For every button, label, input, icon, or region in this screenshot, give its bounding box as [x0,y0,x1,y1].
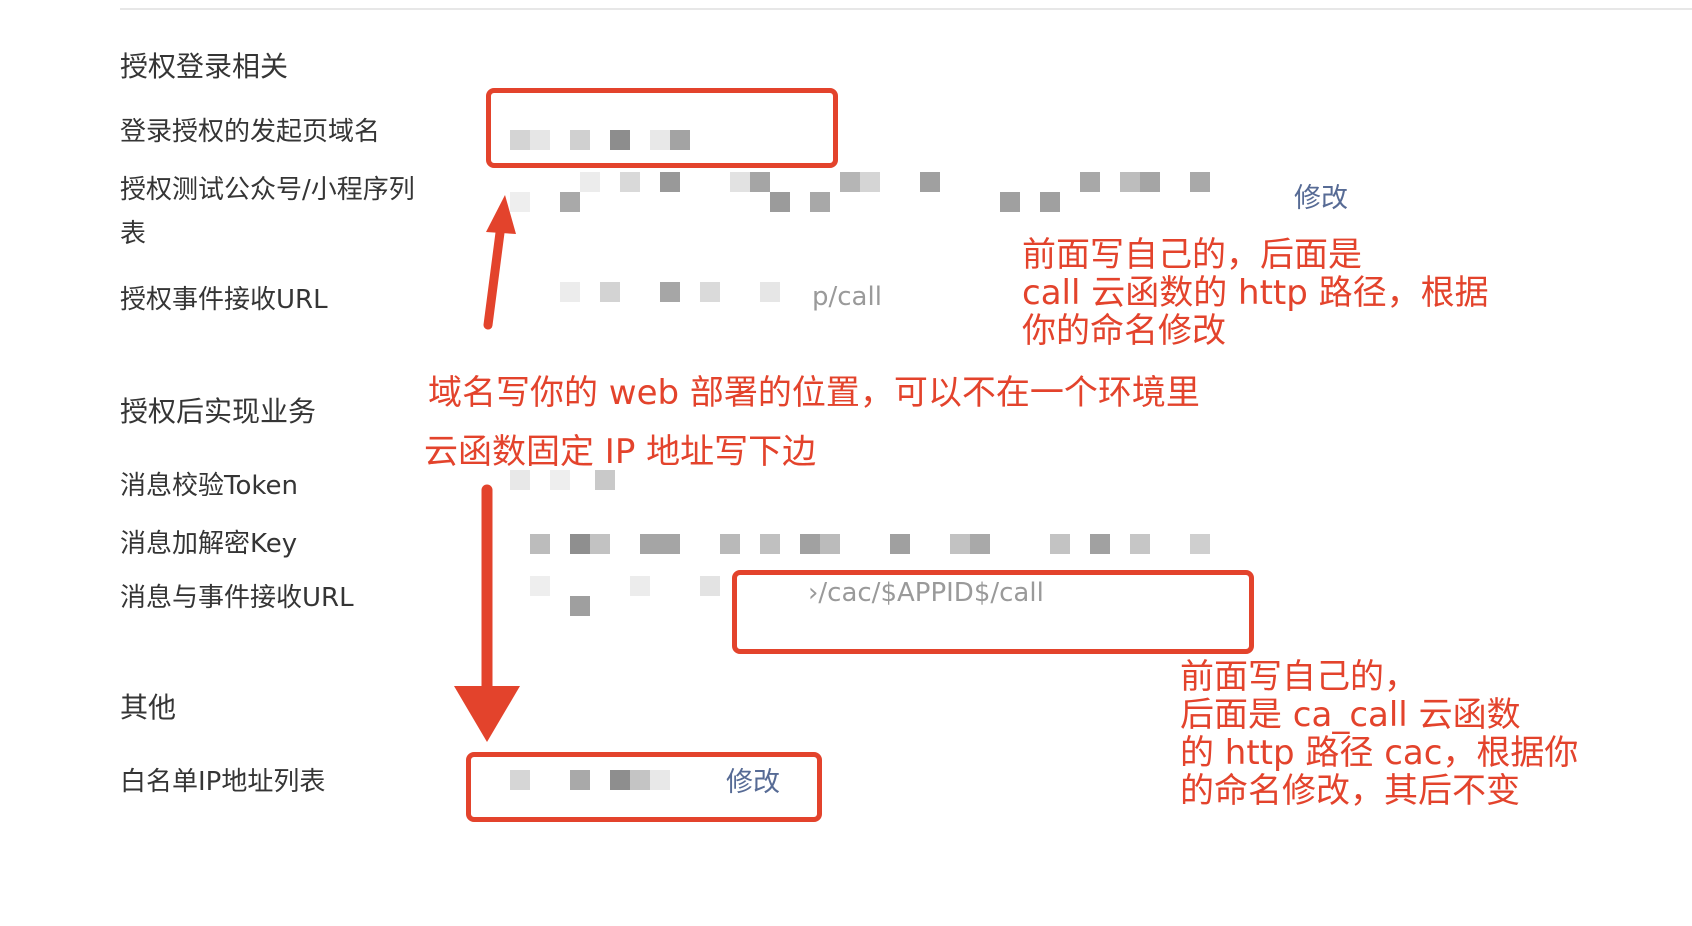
annotation-top-right: 前面写自己的，后面是 call 云函数的 http 路径，根据 你的命名修改 [1022,235,1489,351]
annotation-ip: 云函数固定 IP 地址写下边 [424,432,817,472]
arrow-up-icon [483,195,516,330]
annotation-domain: 域名写你的 web 部署的位置，可以不在一个环境里 [428,373,1200,413]
arrow-down-icon [454,484,520,742]
annotation-bottom-right: 前面写自己的， 后面是 ca_call 云函数 的 http 路径 cac，根据… [1180,657,1579,811]
